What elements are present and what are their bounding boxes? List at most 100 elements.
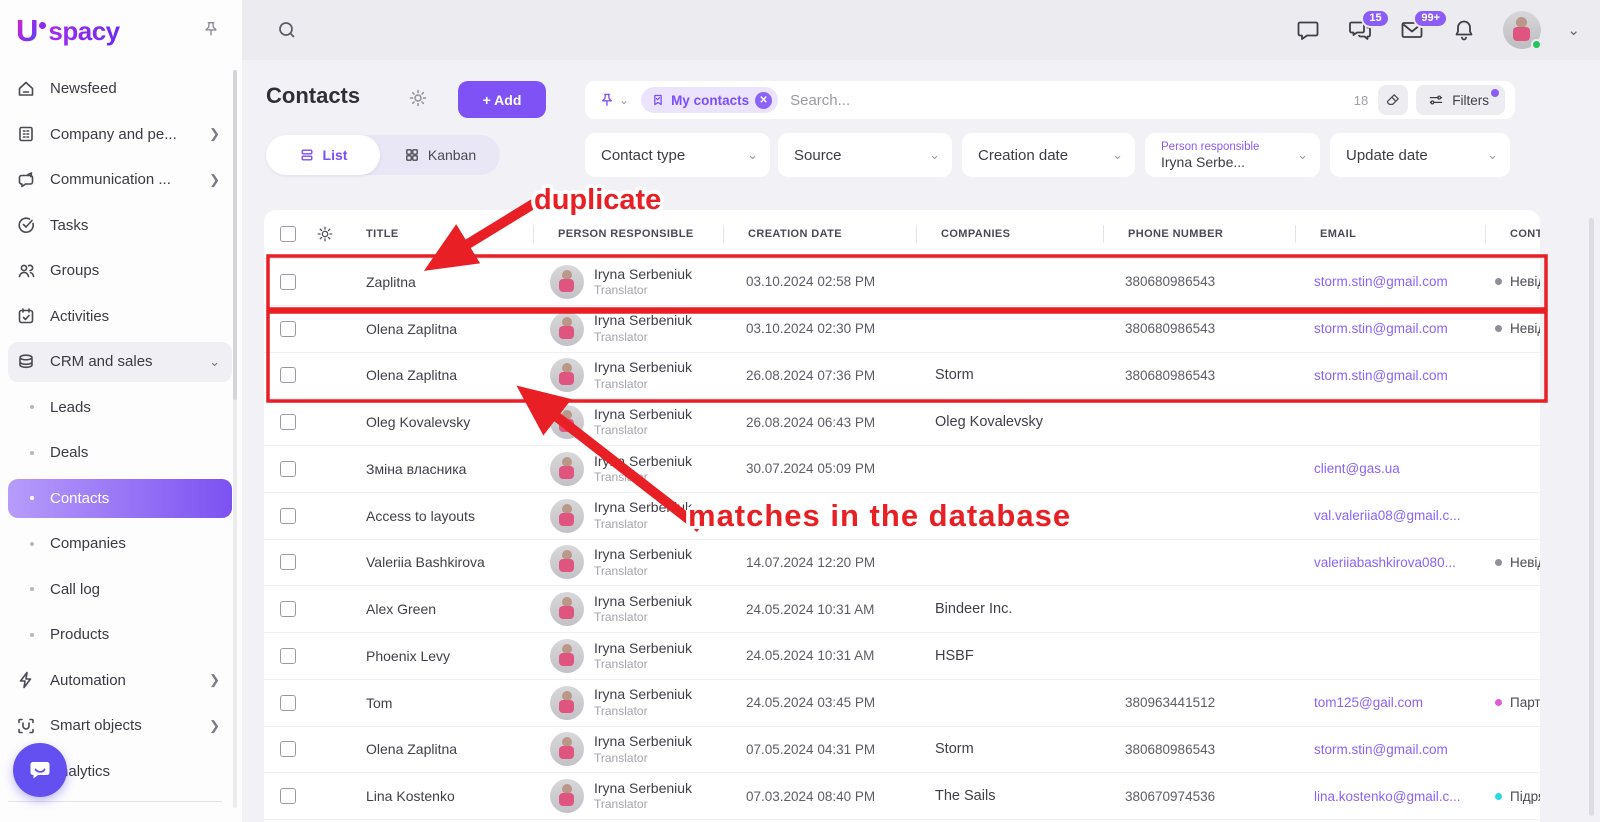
row-checkbox[interactable] bbox=[280, 461, 296, 477]
messenger-icon[interactable]: 15 bbox=[1347, 17, 1373, 43]
my-contacts-filter-chip[interactable]: My contacts ✕ bbox=[641, 87, 778, 113]
sidebar-item-activities[interactable]: Activities bbox=[0, 294, 242, 340]
email-link[interactable]: val.valeriia08@gmail.c... bbox=[1295, 508, 1485, 523]
sidebar-pin-icon[interactable] bbox=[202, 20, 220, 38]
support-chat-button[interactable] bbox=[13, 743, 67, 797]
view-kanban-tab[interactable]: Kanban bbox=[380, 135, 500, 175]
mail-icon[interactable]: 99+ bbox=[1399, 17, 1425, 43]
table-row[interactable]: Zaplitna Iryna SerbeniukTranslator 03.10… bbox=[264, 259, 1540, 306]
sidebar-item-call-log[interactable]: Call log bbox=[0, 567, 242, 613]
notifications-bell-icon[interactable] bbox=[1451, 17, 1477, 43]
contact-title[interactable]: Tom bbox=[360, 695, 533, 711]
sidebar-item-contacts[interactable]: Contacts bbox=[0, 476, 242, 522]
table-scrollbar[interactable] bbox=[1589, 218, 1594, 816]
table-row[interactable]: Phoenix Levy Iryna SerbeniukTranslator 2… bbox=[264, 633, 1540, 680]
column-header-person-responsible[interactable]: PERSON RESPONSIBLE bbox=[533, 228, 723, 240]
column-header-contact-type[interactable]: CONTACT TYPE bbox=[1485, 228, 1540, 240]
user-avatar[interactable] bbox=[1503, 11, 1541, 49]
email-link[interactable]: storm.stin@gmail.com bbox=[1295, 368, 1485, 383]
sidebar-item-tasks[interactable]: Tasks bbox=[0, 203, 242, 249]
clear-search-eraser-icon[interactable] bbox=[1378, 85, 1408, 115]
contact-title[interactable]: Phoenix Levy bbox=[360, 648, 533, 664]
row-checkbox[interactable] bbox=[280, 367, 296, 383]
row-checkbox[interactable] bbox=[280, 554, 296, 570]
row-checkbox[interactable] bbox=[280, 601, 296, 617]
phone-number: 380680986543 bbox=[1103, 274, 1295, 289]
filter-update-date[interactable]: Update date⌄ bbox=[1330, 133, 1510, 177]
contact-title[interactable]: Zaplitna bbox=[360, 274, 533, 290]
sidebar-item-crm-and-sales[interactable]: CRM and sales ⌄ bbox=[0, 339, 242, 385]
email-link[interactable]: client@gas.ua bbox=[1295, 461, 1485, 476]
contact-title[interactable]: Access to layouts bbox=[360, 508, 533, 524]
chip-close-icon[interactable]: ✕ bbox=[755, 92, 772, 109]
sidebar-item-company-and-people[interactable]: Company and pe... ❯ bbox=[0, 112, 242, 158]
contact-title[interactable]: Olena Zaplitna bbox=[360, 367, 533, 383]
settings-gear-icon[interactable] bbox=[408, 88, 428, 108]
add-contact-button[interactable]: + Add bbox=[458, 81, 546, 118]
sidebar-item-automation[interactable]: Automation ❯ bbox=[0, 658, 242, 704]
column-header-creation-date[interactable]: CREATION DATE bbox=[723, 228, 916, 240]
comment-icon[interactable] bbox=[1295, 17, 1321, 43]
table-row[interactable]: Access to layouts Iryna SerbeniukTransla… bbox=[264, 493, 1540, 540]
contact-title[interactable]: Alex Green bbox=[360, 601, 533, 617]
sidebar-item-smart-objects[interactable]: Smart objects ❯ bbox=[0, 703, 242, 749]
row-checkbox[interactable] bbox=[280, 321, 296, 337]
sidebar-item-products[interactable]: Products bbox=[0, 612, 242, 658]
row-checkbox[interactable] bbox=[280, 648, 296, 664]
contact-title[interactable]: Lina Kostenko bbox=[360, 788, 533, 804]
columns-gear-icon[interactable] bbox=[316, 225, 360, 243]
table-row[interactable]: Valeriia Bashkirova Iryna SerbeniukTrans… bbox=[264, 540, 1540, 587]
column-header-email[interactable]: EMAIL bbox=[1295, 228, 1485, 240]
contact-title[interactable]: Oleg Kovalevsky bbox=[360, 414, 533, 430]
table-row[interactable]: Olena Zaplitna Iryna SerbeniukTranslator… bbox=[264, 727, 1540, 774]
avatar bbox=[550, 545, 584, 579]
contact-title[interactable]: Olena Zaplitna bbox=[360, 321, 533, 337]
table-row[interactable]: Oleg Kovalevsky Iryna SerbeniukTranslato… bbox=[264, 399, 1540, 446]
filters-button[interactable]: Filters bbox=[1416, 85, 1505, 115]
table-row[interactable]: Olena Zaplitna Iryna SerbeniukTranslator… bbox=[264, 306, 1540, 353]
filter-creation-date[interactable]: Creation date⌄ bbox=[962, 133, 1135, 177]
global-search-icon[interactable] bbox=[276, 19, 298, 41]
email-link[interactable]: valeriiabashkirova080... bbox=[1295, 555, 1485, 570]
sidebar-item-communication[interactable]: Communication ... ❯ bbox=[0, 157, 242, 203]
sidebar-item-companies[interactable]: Companies bbox=[0, 521, 242, 567]
row-checkbox[interactable] bbox=[280, 274, 296, 290]
email-link[interactable]: storm.stin@gmail.com bbox=[1295, 321, 1485, 336]
row-checkbox[interactable] bbox=[280, 508, 296, 524]
row-checkbox[interactable] bbox=[280, 788, 296, 804]
filter-person-responsible[interactable]: Person responsible Iryna Serbe... ⌄ bbox=[1145, 133, 1320, 177]
row-checkbox[interactable] bbox=[280, 414, 296, 430]
column-header-companies[interactable]: COMPANIES bbox=[916, 228, 1103, 240]
email-link[interactable]: storm.stin@gmail.com bbox=[1295, 274, 1485, 289]
select-all-checkbox[interactable] bbox=[280, 226, 296, 242]
saved-filter-pin-icon[interactable]: ⌄ bbox=[599, 92, 629, 108]
column-header-phone-number[interactable]: PHONE NUMBER bbox=[1103, 228, 1295, 240]
table-row[interactable]: Lina Kostenko Iryna SerbeniukTranslator … bbox=[264, 773, 1540, 820]
row-checkbox[interactable] bbox=[280, 741, 296, 757]
table-row[interactable]: Olena Zaplitna Iryna SerbeniukTranslator… bbox=[264, 353, 1540, 400]
page-title: Contacts bbox=[266, 83, 360, 109]
table-row[interactable]: Alex Green Iryna SerbeniukTranslator 24.… bbox=[264, 586, 1540, 633]
email-link[interactable]: storm.stin@gmail.com bbox=[1295, 742, 1485, 757]
email-link[interactable]: lina.kostenko@gmail.c... bbox=[1295, 789, 1485, 804]
contact-title[interactable]: Valeriia Bashkirova bbox=[360, 554, 533, 570]
sidebar-item-groups[interactable]: Groups bbox=[0, 248, 242, 294]
filter-contact-type[interactable]: Contact type⌄ bbox=[585, 133, 770, 177]
sidebar-item-leads[interactable]: Leads bbox=[0, 385, 242, 431]
row-checkbox[interactable] bbox=[280, 695, 296, 711]
logo-text: spacy bbox=[48, 16, 119, 47]
search-input[interactable]: Search... bbox=[790, 92, 1354, 109]
email-link[interactable]: tom125@gail.com bbox=[1295, 695, 1485, 710]
uspacy-logo[interactable]: Uspacy bbox=[16, 12, 120, 50]
profile-chevron-down-icon[interactable]: ⌄ bbox=[1567, 21, 1580, 39]
sidebar-item-deals[interactable]: Deals bbox=[0, 430, 242, 476]
table-row[interactable]: Tom Iryna SerbeniukTranslator 24.05.2024… bbox=[264, 680, 1540, 727]
sidebar-scrollbar[interactable] bbox=[233, 70, 237, 808]
filter-source[interactable]: Source⌄ bbox=[778, 133, 952, 177]
table-row[interactable]: Зміна власника Iryna SerbeniukTranslator… bbox=[264, 446, 1540, 493]
contact-title[interactable]: Olena Zaplitna bbox=[360, 741, 533, 757]
sidebar-item-newsfeed[interactable]: Newsfeed bbox=[0, 66, 242, 112]
view-list-tab[interactable]: List bbox=[266, 135, 380, 175]
contact-title[interactable]: Зміна власника bbox=[360, 461, 533, 477]
column-header-title[interactable]: TITLE bbox=[360, 228, 533, 240]
